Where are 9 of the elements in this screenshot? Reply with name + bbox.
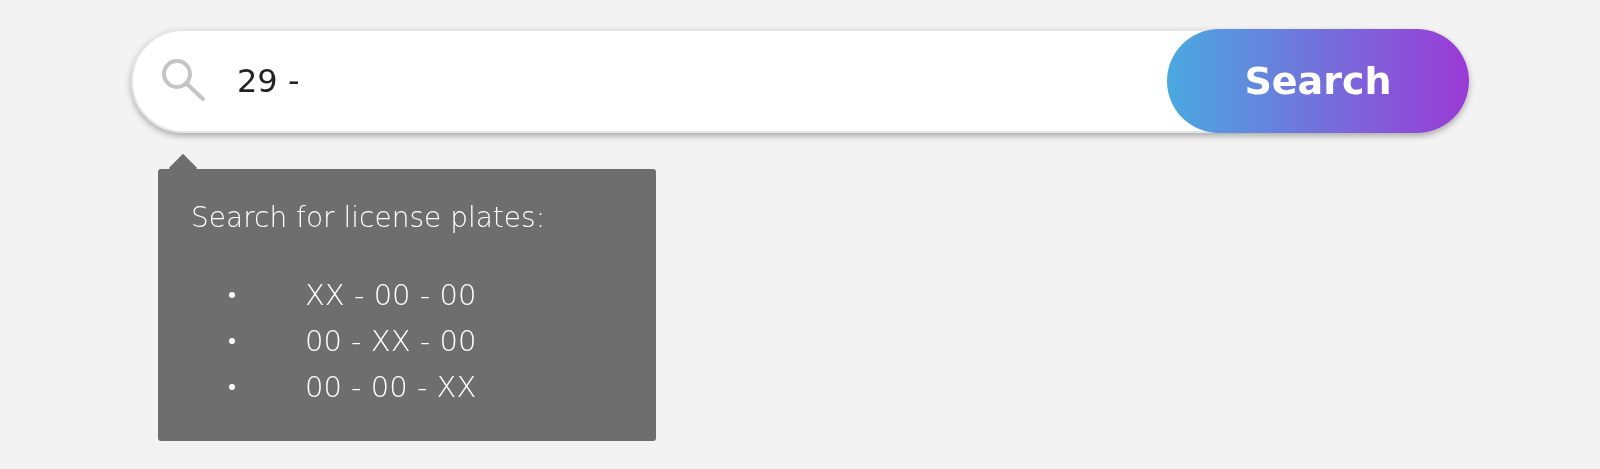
bullet-icon [229,338,235,344]
plate-format: 00 - XX - 00 [305,324,477,358]
plate-format: XX - 00 - 00 [305,278,477,312]
bullet-icon [229,292,235,298]
plate-format: 00 - 00 - XX [305,370,477,404]
search-field[interactable]: 29 - Search [131,29,1469,133]
search-button[interactable]: Search [1167,29,1469,133]
bullet-icon [229,384,235,390]
tooltip-title: Search for license plates: [191,201,547,234]
